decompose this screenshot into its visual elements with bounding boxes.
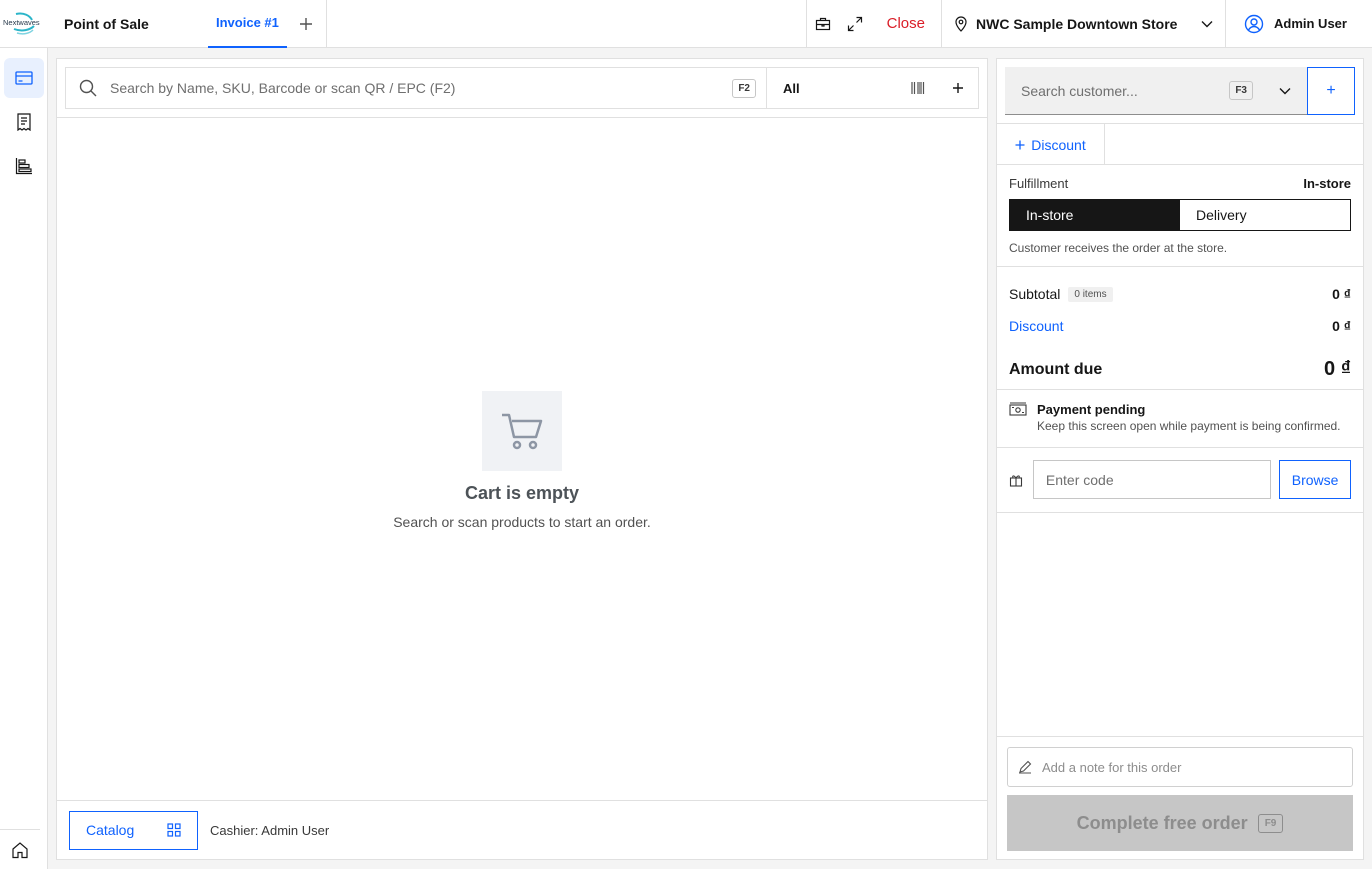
svg-text:Nextwaves: Nextwaves [3,18,40,27]
payment-status-subtitle: Keep this screen open while payment is b… [1037,419,1341,433]
store-name: NWC Sample Downtown Store [976,15,1178,32]
add-customer-button[interactable]: + [1307,67,1355,115]
nav-receipts[interactable] [4,102,44,142]
search-icon [66,79,110,97]
order-note-input[interactable]: Add a note for this order [1007,747,1353,787]
customer-search-input[interactable]: Search customer... F3 [1005,67,1307,115]
amount-due-label: Amount due [1009,360,1103,378]
app-title: Point of Sale [64,15,149,32]
brand-logo[interactable]: Nextwaves [0,0,48,48]
search-shortcut-badge: F2 [732,78,756,98]
discount-value: 0 ₫ [1332,318,1351,334]
cash-icon [1009,402,1027,416]
location-pin-icon [955,15,967,32]
pencil-icon [1019,760,1032,774]
chevron-down-icon[interactable] [1263,87,1307,95]
promo-code-row: Enter code Browse [1009,460,1351,499]
nav-reports[interactable] [4,146,44,186]
user-name: Admin User [1274,16,1347,31]
add-tab-button[interactable] [287,0,327,48]
order-note-placeholder: Add a note for this order [1042,759,1182,775]
plus-icon [953,83,963,93]
category-filter-label: All [783,80,800,96]
order-summary-panel: Search customer... F3 + Discount Fulfill… [996,58,1364,860]
grid-icon [167,823,181,837]
add-discount-button[interactable]: Discount [997,124,1105,165]
home-icon [12,841,28,858]
discount-link[interactable]: Discount [1009,318,1063,334]
user-avatar-icon [1244,14,1264,33]
chevron-down-icon [1201,20,1213,27]
payment-status: Payment pending Keep this screen open wh… [1009,402,1351,433]
tab-invoice[interactable]: Invoice #1 [208,0,287,48]
cart-icon [482,391,562,471]
barcode-scan-button[interactable] [898,81,938,95]
catalog-button[interactable]: Catalog [69,810,198,850]
fulfillment-note: Customer receives the order at the store… [1009,241,1228,255]
cart-panel: Search by Name, SKU, Barcode or scan QR … [56,58,988,860]
fulfillment-option-instore[interactable]: In-store [1010,200,1180,230]
add-discount-label: Discount [1031,136,1086,153]
item-count-badge: 0 items [1068,286,1113,302]
complete-order-button[interactable]: Complete free order F9 [1007,795,1353,851]
catalog-button-label: Catalog [86,822,135,838]
nav-pos[interactable] [4,58,44,98]
promo-code-input[interactable]: Enter code [1032,460,1272,499]
briefcase-icon [815,17,830,30]
expand-icon [847,16,862,31]
cart-footer: Catalog Cashier: Admin User [57,800,987,859]
empty-cart-subtitle: Search or scan products to start an orde… [393,514,651,530]
discount-row: Discount [997,123,1363,165]
receipt-icon [17,113,31,131]
fulfillment-option-delivery[interactable]: Delivery [1180,200,1350,230]
customer-selector: Search customer... F3 + [1005,67,1355,115]
customer-shortcut-badge: F3 [1229,81,1253,100]
gift-icon [1009,473,1033,487]
nav-home[interactable] [0,829,40,869]
payment-status-title: Payment pending [1037,402,1146,417]
fulfillment-toggle: In-store Delivery [1009,199,1351,231]
discount-total-row: Discount 0 ₫ [1009,318,1351,334]
subtotal-value: 0 ₫ [1332,286,1351,302]
close-button[interactable]: Close [871,0,941,48]
customer-search-placeholder: Search customer... [1021,82,1138,99]
fulfillment-label: Fulfillment [1009,176,1069,191]
fulfillment-section: Fulfillment In-store In-store Delivery C… [1009,176,1351,255]
top-header: Nextwaves Point of Sale Invoice #1 Close… [0,0,1372,48]
fulfillment-value: In-store [1303,176,1351,191]
product-search-bar: Search by Name, SKU, Barcode or scan QR … [65,67,979,109]
amount-due-row: Amount due 0 ₫ [1009,358,1351,381]
empty-cart-state: Cart is empty Search or scan products to… [57,391,987,530]
store-selector[interactable]: NWC Sample Downtown Store [942,0,1225,48]
user-menu[interactable]: Admin User [1226,0,1372,48]
subtotal-label: Subtotal [1009,286,1061,302]
plus-icon [300,17,313,30]
product-search-input[interactable]: Search by Name, SKU, Barcode or scan QR … [110,80,732,96]
subtotal-row: Subtotal 0 items 0 ₫ [1009,286,1351,302]
category-filter[interactable]: All [766,68,978,108]
browse-promotions-button[interactable]: Browse [1279,460,1351,499]
complete-shortcut-badge: F9 [1257,813,1284,833]
empty-cart-title: Cart is empty [464,483,580,503]
credit-card-icon [15,71,33,85]
complete-order-label: Complete free order [1076,812,1248,833]
plus-icon [1015,140,1025,149]
amount-due-value: 0 ₫ [1324,358,1351,380]
left-nav-rail [0,48,48,869]
fullscreen-button[interactable] [839,0,871,48]
cashier-label: Cashier: Admin User [210,822,330,838]
barcode-icon [911,82,925,94]
bar-chart-icon [15,158,32,175]
cash-drawer-button[interactable] [807,0,839,48]
add-product-button[interactable] [938,82,978,94]
